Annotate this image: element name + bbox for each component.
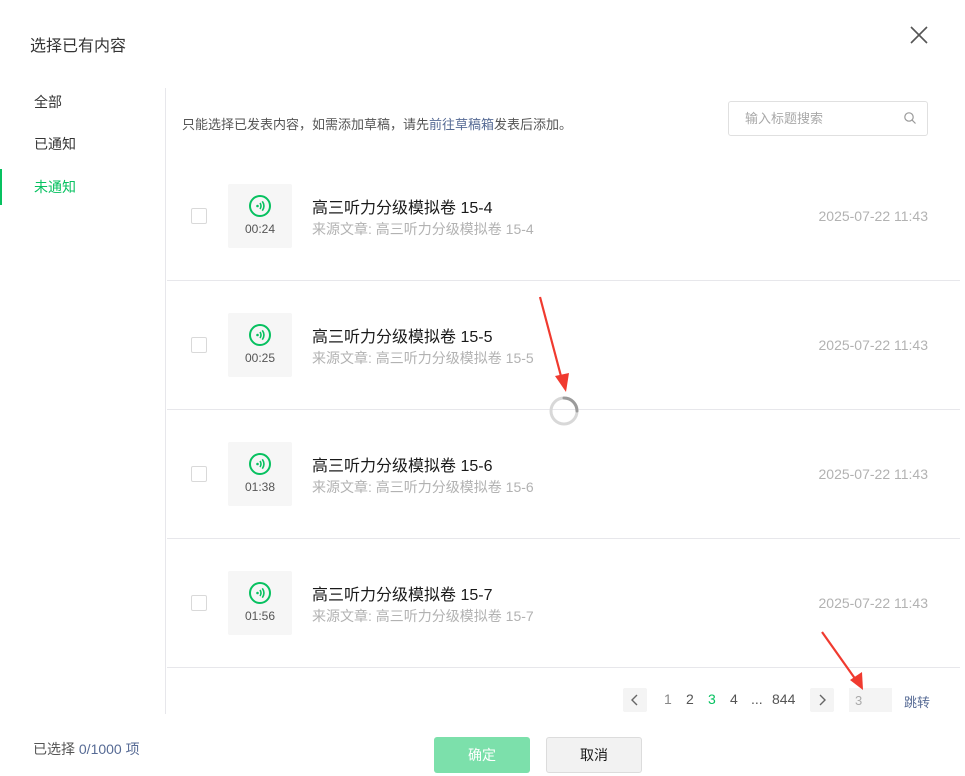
audio-thumbnail: 00:24 [228,184,292,248]
page-ellipsis: ... [751,691,763,707]
selected-count: 已选择 0/1000 项 [33,739,140,759]
page-jump-button[interactable]: 跳转 [904,692,930,711]
audio-icon [249,453,271,475]
page-4[interactable]: 4 [730,691,738,707]
item-title: 高三听力分级模拟卷 15-6 [312,458,493,475]
page-3-current[interactable]: 3 [708,691,716,707]
selected-number: 0/1000 项 [78,741,140,757]
audio-duration: 01:56 [244,609,276,623]
list-item[interactable]: 00:25 高三听力分级模拟卷 15-5 来源文章: 高三听力分级模拟卷 15-… [167,281,960,410]
confirm-button[interactable]: 确定 [434,737,530,773]
item-source: 来源文章: 高三听力分级模拟卷 15-6 [312,479,534,495]
item-date: 2025-07-22 11:43 [818,595,929,611]
page-last[interactable]: 844 [772,691,795,707]
audio-thumbnail: 01:56 [228,571,292,635]
audio-duration: 01:38 [244,480,276,494]
draft-tip: 只能选择已发表内容，如需添加草稿，请先前往草稿箱发表后添加。 [182,114,572,133]
audio-duration: 00:24 [244,222,276,236]
sidebar: 全部 已通知 未通知 [0,88,166,714]
item-date: 2025-07-22 11:43 [818,466,929,482]
item-source: 来源文章: 高三听力分级模拟卷 15-7 [312,608,534,624]
chevron-right-icon [819,694,826,706]
item-checkbox[interactable] [191,466,207,482]
tip-suffix: 发表后添加。 [494,117,573,132]
item-date: 2025-07-22 11:43 [818,337,929,353]
item-checkbox[interactable] [191,595,207,611]
search-box [728,101,928,136]
loading-spinner-icon [549,396,579,426]
audio-icon [249,195,271,217]
tip-prefix: 只能选择已发表内容，如需添加草稿，请先 [182,117,430,132]
item-source: 来源文章: 高三听力分级模拟卷 15-4 [312,221,534,237]
item-date: 2025-07-22 11:43 [818,208,929,224]
prev-page-button[interactable] [623,688,647,712]
cancel-button[interactable]: 取消 [546,737,642,773]
audio-icon [249,324,271,346]
item-source: 来源文章: 高三听力分级模拟卷 15-5 [312,350,534,366]
audio-thumbnail: 01:38 [228,442,292,506]
item-title: 高三听力分级模拟卷 15-5 [312,329,493,346]
audio-thumbnail: 00:25 [228,313,292,377]
close-icon[interactable] [908,24,930,46]
audio-icon [249,582,271,604]
page-1[interactable]: 1 [664,691,672,707]
item-title: 高三听力分级模拟卷 15-4 [312,200,493,217]
page-jump-input[interactable] [849,688,892,712]
next-page-button[interactable] [810,688,834,712]
item-checkbox[interactable] [191,337,207,353]
dialog-title: 选择已有内容 [30,38,127,55]
audio-duration: 00:25 [244,351,276,365]
sidebar-item-not-notified[interactable]: 未通知 [0,169,165,205]
page-2[interactable]: 2 [686,691,694,707]
item-checkbox[interactable] [191,208,207,224]
go-to-drafts-link[interactable]: 前往草稿箱 [429,117,494,132]
list-item[interactable]: 00:24 高三听力分级模拟卷 15-4 来源文章: 高三听力分级模拟卷 15-… [167,152,960,281]
item-title: 高三听力分级模拟卷 15-7 [312,587,493,604]
chevron-left-icon [631,694,638,706]
sidebar-item-all[interactable]: 全部 [0,84,165,120]
search-icon[interactable] [903,111,917,125]
list-item[interactable]: 01:56 高三听力分级模拟卷 15-7 来源文章: 高三听力分级模拟卷 15-… [167,539,960,668]
search-input[interactable] [729,102,894,135]
sidebar-item-notified[interactable]: 已通知 [0,126,165,162]
selected-label: 已选择 [33,741,75,757]
list-item[interactable]: 01:38 高三听力分级模拟卷 15-6 来源文章: 高三听力分级模拟卷 15-… [167,410,960,539]
